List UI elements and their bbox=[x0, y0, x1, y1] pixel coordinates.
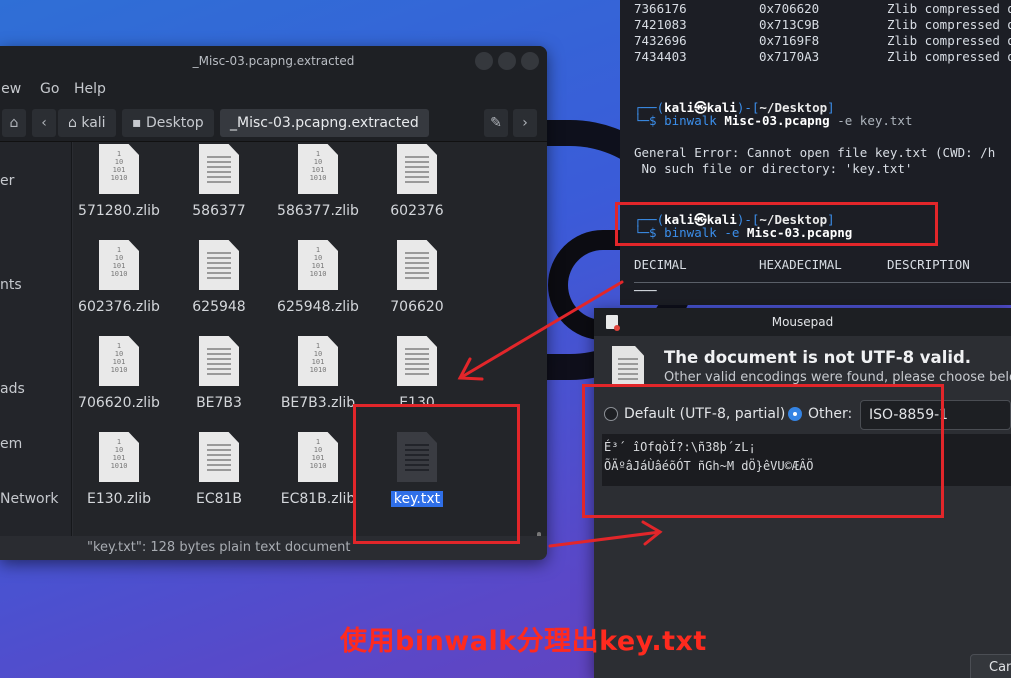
chevron-left-icon[interactable]: ‹ bbox=[32, 109, 56, 137]
text-file-icon bbox=[199, 240, 239, 290]
binary-file-icon: 1 10 101 1010 bbox=[99, 336, 139, 386]
sidebar-item[interactable]: em bbox=[0, 436, 22, 452]
mousepad-app-icon bbox=[606, 315, 620, 331]
file-name: 602376 bbox=[390, 203, 444, 219]
file-name: 625948 bbox=[192, 299, 246, 315]
sidebar-item-network[interactable]: Network bbox=[0, 491, 58, 507]
home-icon[interactable]: ⌂ bbox=[2, 109, 26, 137]
dash-line: ─── bbox=[634, 283, 657, 298]
menu-help[interactable]: Help bbox=[74, 81, 106, 97]
error-line: General Error: Cannot open file key.txt … bbox=[634, 145, 996, 160]
cancel-button[interactable]: Can bbox=[970, 654, 1011, 678]
binary-file-icon: 1 10 101 1010 bbox=[99, 144, 139, 194]
file-name: BE7B3.zlib bbox=[280, 395, 356, 411]
terminal-row: 74210830x713C9BZlib compressed data bbox=[634, 17, 1011, 32]
binary-file-icon: 1 10 101 1010 bbox=[298, 240, 338, 290]
annotation-box-command bbox=[615, 202, 938, 246]
terminal-window[interactable]: 73661760x706620Zlib compressed data 7421… bbox=[620, 0, 1011, 305]
file-item[interactable]: E130 bbox=[367, 336, 467, 411]
file-item[interactable]: EC81B bbox=[169, 432, 269, 507]
file-item[interactable]: 1 10 101 1010 602376.zlib bbox=[69, 240, 169, 315]
sidebar-item[interactable]: er bbox=[0, 173, 14, 189]
file-name: EC81B bbox=[195, 491, 243, 507]
binary-file-icon: 1 10 101 1010 bbox=[99, 432, 139, 482]
file-name: 602376.zlib bbox=[78, 299, 160, 315]
file-item[interactable]: 1 10 101 1010 625948.zlib bbox=[268, 240, 368, 315]
window-title: _Misc-03.pcapng.extracted bbox=[0, 46, 547, 74]
file-item[interactable]: 586377 bbox=[169, 144, 269, 219]
annotation-box-keyfile bbox=[353, 404, 520, 544]
error-line: No such file or directory: 'key.txt' bbox=[634, 161, 913, 176]
home-icon: ⌂ bbox=[68, 115, 77, 131]
binary-file-icon: 1 10 101 1010 bbox=[99, 240, 139, 290]
file-name: 586377 bbox=[192, 203, 246, 219]
file-name: 625948.zlib bbox=[277, 299, 359, 315]
file-item[interactable]: 1 10 101 1010 586377.zlib bbox=[268, 144, 368, 219]
window-title: Mousepad bbox=[594, 308, 1011, 336]
encoding-warning-heading: The document is not UTF-8 valid. bbox=[664, 348, 972, 367]
output-header: DECIMAL HEXADECIMAL DESCRIPTION bbox=[634, 257, 970, 272]
file-item[interactable]: 1 10 101 1010 BE7B3.zlib bbox=[268, 336, 368, 411]
close-button[interactable] bbox=[521, 52, 539, 70]
text-file-icon bbox=[199, 432, 239, 482]
menu-go[interactable]: Go bbox=[40, 81, 59, 97]
file-name: 706620.zlib bbox=[78, 395, 160, 411]
text-file-icon bbox=[397, 240, 437, 290]
binary-file-icon: 1 10 101 1010 bbox=[298, 336, 338, 386]
maximize-button[interactable] bbox=[498, 52, 516, 70]
file-name: 586377.zlib bbox=[277, 203, 359, 219]
menu-view[interactable]: View bbox=[0, 81, 21, 97]
file-item[interactable]: 706620 bbox=[367, 240, 467, 315]
annotation-box-content bbox=[582, 384, 944, 518]
menu-bar: View Go Help bbox=[0, 74, 547, 104]
breadcrumb-kali[interactable]: ⌂ kali bbox=[58, 109, 116, 137]
terminal-row: 73661760x706620Zlib compressed data bbox=[634, 1, 1011, 16]
file-name: BE7B3 bbox=[196, 395, 242, 411]
text-file-icon bbox=[199, 336, 239, 386]
file-name: EC81B.zlib bbox=[280, 491, 356, 507]
binary-file-icon: 1 10 101 1010 bbox=[298, 432, 338, 482]
sidebar-item[interactable]: nts bbox=[0, 277, 22, 293]
file-name: 571280.zlib bbox=[78, 203, 160, 219]
file-item[interactable]: BE7B3 bbox=[169, 336, 269, 411]
document-icon bbox=[612, 346, 644, 386]
binary-file-icon: 1 10 101 1010 bbox=[298, 144, 338, 194]
sidebar-item[interactable]: ads bbox=[0, 381, 25, 397]
file-name: E130.zlib bbox=[86, 491, 152, 507]
file-item[interactable]: 1 10 101 1010 571280.zlib bbox=[69, 144, 169, 219]
text-file-icon bbox=[397, 144, 437, 194]
file-name: 706620 bbox=[390, 299, 444, 315]
location-bar: ⌂ ‹ ⌂ kali ▪ Desktop _Misc-03.pcapng.ext… bbox=[0, 104, 547, 142]
file-item[interactable]: 1 10 101 1010 E130.zlib bbox=[69, 432, 169, 507]
edit-location-icon[interactable]: ✎ bbox=[484, 109, 508, 137]
chevron-right-icon[interactable]: › bbox=[513, 109, 537, 137]
terminal-row: 74344030x7170A3Zlib compressed data bbox=[634, 49, 1011, 64]
annotation-caption: 使用binwalk分理出key.txt bbox=[340, 626, 707, 657]
breadcrumb-current[interactable]: _Misc-03.pcapng.extracted bbox=[220, 109, 429, 137]
file-item[interactable]: 1 10 101 1010 706620.zlib bbox=[69, 336, 169, 411]
folder-icon: ▪ bbox=[132, 115, 142, 131]
file-item[interactable]: 625948 bbox=[169, 240, 269, 315]
text-file-icon bbox=[397, 336, 437, 386]
text-file-icon bbox=[199, 144, 239, 194]
terminal-row: 74326960x7169F8Zlib compressed data bbox=[634, 33, 1011, 48]
sidebar: er nts ads em Network bbox=[0, 142, 72, 536]
command-line: └─$ binwalk Misc-03.pcapng -e key.txt bbox=[634, 113, 913, 128]
breadcrumb-desktop[interactable]: ▪ Desktop bbox=[122, 109, 214, 137]
file-item[interactable]: 602376 bbox=[367, 144, 467, 219]
minimize-button[interactable] bbox=[475, 52, 493, 70]
encoding-warning-text: Other valid encodings were found, please… bbox=[664, 370, 1011, 385]
header-rule bbox=[634, 282, 1011, 283]
